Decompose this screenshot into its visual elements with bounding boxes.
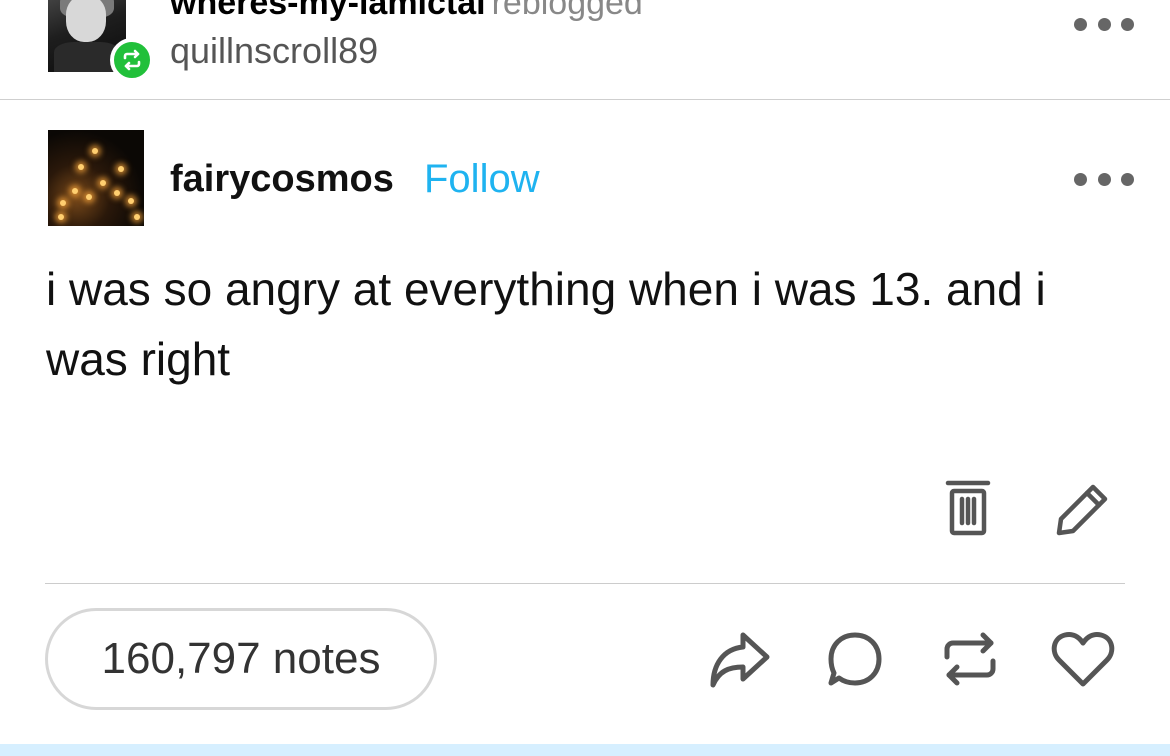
trash-icon[interactable] — [940, 478, 996, 538]
follow-button[interactable]: Follow — [424, 157, 540, 202]
more-options-icon[interactable] — [1074, 16, 1134, 32]
reblog-badge-icon — [110, 38, 154, 82]
heart-icon[interactable] — [1050, 628, 1116, 690]
reblogger-name[interactable]: wheres-my-lamictal — [170, 0, 486, 22]
reblog-source-name[interactable]: quillnscroll89 — [170, 30, 378, 72]
header-divider — [0, 99, 1170, 100]
post-body-text: i was so angry at everything when i was … — [46, 263, 1046, 385]
reblogger-name-line: wheres-my-lamictal reblogged — [170, 0, 643, 23]
post-author-name[interactable]: fairycosmos — [170, 158, 394, 201]
pencil-icon[interactable] — [1052, 478, 1112, 538]
author-avatar[interactable] — [48, 130, 144, 226]
more-options-icon[interactable] — [1074, 171, 1134, 187]
comment-icon[interactable] — [824, 628, 886, 690]
reblog-icon[interactable] — [938, 628, 1002, 690]
footer-divider — [45, 583, 1125, 584]
share-icon[interactable] — [706, 628, 772, 690]
notes-count-button[interactable]: 160,797 notes — [45, 608, 437, 710]
reblog-verb: reblogged — [491, 0, 643, 22]
next-post-edge — [0, 744, 1170, 756]
